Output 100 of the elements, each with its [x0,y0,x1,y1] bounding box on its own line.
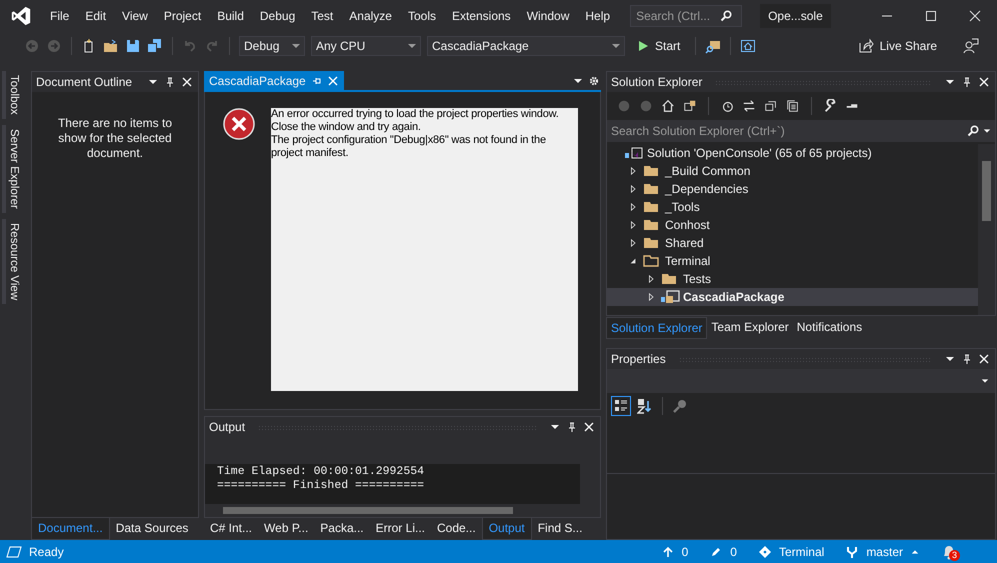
dropdown-icon[interactable] [983,127,991,135]
search-box[interactable]: Search Solution Explorer (Ctrl+`) [607,120,995,142]
collapse-arrow-icon[interactable] [629,257,637,265]
tree-item[interactable]: _Dependencies [607,180,978,198]
dropdown-icon[interactable] [148,77,158,87]
tree-item[interactable]: Shared [607,234,978,252]
start-button[interactable]: Start [631,39,686,53]
menu-item[interactable]: Window [518,9,578,23]
search-box[interactable]: Search (Ctrl... [630,5,742,27]
switch-views-icon[interactable] [683,99,697,113]
dropdown-icon[interactable] [945,77,955,87]
output-line: ========== Finished ========== [217,479,426,493]
menu-item[interactable]: File [42,9,78,23]
menu-item[interactable]: Build [209,9,252,23]
menu-item[interactable]: Debug [252,9,304,23]
dropdown-icon[interactable] [550,422,560,432]
show-all-files-icon[interactable] [786,99,800,113]
feedback-person-icon[interactable] [963,38,979,54]
side-tab[interactable]: Server Explorer [2,124,22,213]
search-field[interactable]: Search (Ctrl... [636,9,720,23]
search-field[interactable]: Search Solution Explorer (Ctrl+`) [611,124,963,138]
tree-item[interactable]: Conhost [607,216,978,234]
panel-tab[interactable]: Data Sources [110,518,194,540]
tree-item[interactable]: CascadiaPackage [607,288,978,306]
unpushed-commits[interactable]: 0 [662,544,688,558]
platform-dropdown[interactable]: Any CPU [311,36,421,56]
panel-tab[interactable]: Error Li... [370,518,431,540]
panel-tab[interactable]: Output [482,518,532,540]
panel-tab[interactable]: Packa... [314,518,370,540]
configuration-dropdown[interactable]: Debug [239,36,305,56]
expand-arrow-icon[interactable] [629,221,637,229]
expand-arrow-icon[interactable] [629,185,637,193]
tree-item[interactable]: Solution 'OpenConsole' (65 of 65 projects) [607,144,978,162]
side-tab[interactable]: Toolbox [2,71,22,119]
panel-title: Document Outline [36,75,132,89]
panel-tab[interactable]: Code... [430,518,482,540]
menu-item[interactable]: Help [577,9,618,23]
tree-item[interactable]: Tests [607,270,978,288]
find-folder-icon[interactable] [705,38,722,54]
panel-tab[interactable]: Solution Explorer [606,317,708,339]
vertical-scrollbar[interactable] [978,144,995,315]
expand-arrow-icon[interactable] [647,275,655,283]
share-icon [858,38,874,54]
close-icon[interactable] [584,422,594,432]
git-icon [758,546,771,558]
status-icon [6,544,22,560]
menu-item[interactable]: Test [303,9,342,23]
sort-alphabetical-icon[interactable] [637,398,653,414]
live-share-button[interactable]: Live Share [852,38,943,54]
tree-item[interactable]: _Tools [607,198,978,216]
panel-tab[interactable]: Team Explorer [707,317,793,339]
categorized-icon[interactable] [611,396,631,416]
side-tab[interactable]: Resource View [2,218,22,304]
save-all-icon[interactable] [147,38,163,54]
panel-tab[interactable]: Find S... [532,518,588,540]
menu-item[interactable]: Tools [400,9,444,23]
pending-changes[interactable]: 0 [710,544,737,558]
home-icon[interactable] [661,99,675,113]
settings-icon[interactable] [589,76,599,86]
arrow-up-icon [662,546,674,558]
panel-tab[interactable]: Web P... [258,518,314,540]
sync-icon[interactable] [742,99,756,113]
expand-arrow-icon[interactable] [629,167,637,175]
tree-item[interactable]: Terminal [607,252,978,270]
close-icon[interactable] [979,77,989,87]
panel-title: Output [209,420,246,434]
tree-item[interactable]: _Build Common [607,162,978,180]
panel-tab[interactable]: Document... [31,518,110,540]
maximize-button[interactable] [925,10,937,22]
open-folder-icon[interactable] [103,38,119,54]
dropdown-icon [981,377,989,385]
collapse-all-icon[interactable] [764,99,778,113]
menu-item[interactable]: Edit [77,9,114,23]
project-icon [660,290,680,304]
solution-name: Ope...sole [760,4,831,28]
branch-selector[interactable]: master [846,544,919,558]
menu-item[interactable]: Analyze [341,9,400,23]
expand-arrow-icon[interactable] [629,203,637,211]
startup-project-dropdown[interactable]: CascadiaPackage [427,36,625,56]
close-button[interactable] [969,10,981,22]
key-icon[interactable] [672,398,688,414]
close-icon[interactable] [979,354,989,364]
wrench-icon[interactable] [823,99,837,113]
menu-item[interactable]: View [114,9,156,23]
repository-selector[interactable]: Terminal [758,544,824,558]
clock-icon[interactable] [720,99,734,113]
panel-tab[interactable]: C# Int... [204,518,258,540]
pin-icon[interactable] [962,354,972,364]
expand-arrow-icon[interactable] [647,293,655,301]
pin-icon[interactable] [165,77,175,87]
dropdown-icon[interactable] [945,354,955,364]
close-icon[interactable] [182,77,192,87]
menu-item[interactable]: Project [156,9,210,23]
expand-arrow-icon[interactable] [629,239,637,247]
pin-icon[interactable] [567,422,577,432]
home-icon[interactable] [740,38,756,54]
menu-item[interactable]: Extensions [444,9,519,23]
panel-tab[interactable]: Notifications [792,317,866,339]
save-icon[interactable] [125,38,141,54]
pin-icon[interactable] [962,77,972,87]
